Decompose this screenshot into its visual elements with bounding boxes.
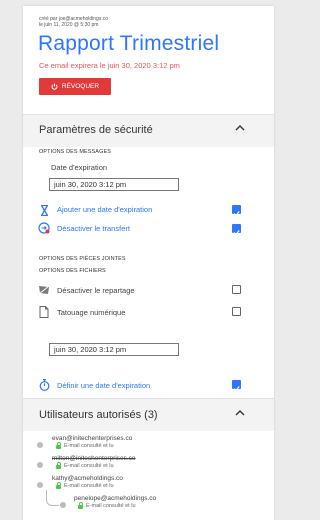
- file-expiration-input[interactable]: juin 30, 2020 3:12 pm: [49, 343, 179, 356]
- lock-icon: [56, 482, 61, 489]
- messages-options-caps: OPTIONS DES MESSAGES: [39, 149, 111, 155]
- chevron-up-icon[interactable]: [235, 124, 245, 135]
- chevron-up-icon[interactable]: [235, 409, 245, 420]
- disable-sharing-checkbox[interactable]: [232, 285, 241, 294]
- user-email: penelope@acmeholdings.co: [74, 495, 157, 502]
- expiration-date-label: Date d'expiration: [51, 163, 108, 172]
- user-status-text: E-mail consulté et lu: [64, 443, 114, 449]
- no-share-icon: [38, 285, 50, 295]
- disable-forward-checkbox[interactable]: [232, 224, 241, 236]
- user-status: E-mail consulté et lu: [56, 482, 114, 489]
- add-expiration-link[interactable]: Ajouter une date d'expiration: [57, 205, 152, 214]
- lock-icon: [56, 462, 61, 469]
- revoke-button[interactable]: RÉVOQUER: [39, 78, 111, 95]
- set-expiration-link[interactable]: Définir une date d'expiration: [57, 381, 150, 390]
- disable-forward-link[interactable]: Désactiver le transfert: [57, 224, 130, 233]
- disable-sharing-label: Désactiver le repartage: [57, 286, 135, 295]
- watermark-document-icon: [39, 306, 49, 318]
- user-email: kathy@acmeholdings.co: [52, 475, 123, 482]
- user-status-text: E-mail consulté et lu: [64, 483, 114, 489]
- expiry-notice: Ce email expirera le juin 30, 2020 3:12 …: [39, 61, 180, 70]
- user-email: milton@initechenterprises.co: [52, 455, 136, 462]
- user-status: E-mail consulté et lu: [56, 462, 114, 469]
- user-avatar: [37, 482, 43, 488]
- files-options-caps: OPTIONS DES FICHIERS: [39, 268, 106, 274]
- security-section-title: Paramètres de sécurité: [39, 124, 153, 136]
- user-avatar: [37, 462, 43, 468]
- lock-icon: [56, 442, 61, 449]
- lock-icon: [78, 502, 83, 509]
- power-icon: [51, 83, 58, 90]
- user-status-text: E-mail consulté et lu: [86, 503, 136, 509]
- expiration-date-input[interactable]: juin 30, 2020 3:12 pm: [49, 178, 179, 191]
- add-expiration-checkbox[interactable]: [232, 205, 241, 217]
- user-email: evan@initechenterprises.co: [52, 435, 133, 442]
- created-on-text: le juin 11, 2020 @ 5:30 pm: [39, 22, 99, 28]
- page-title: Rapport Trimestriel: [38, 32, 220, 55]
- user-status-text: E-mail consulté et lu: [64, 463, 114, 469]
- user-status: E-mail consulté et lu: [56, 442, 114, 449]
- revoke-label: RÉVOQUER: [61, 83, 100, 90]
- users-section-title: Utilisateurs autorisés (3): [39, 409, 158, 421]
- user-status: E-mail consulté et lu: [78, 502, 136, 509]
- nesting-connector: [46, 490, 59, 506]
- set-expiration-checkbox[interactable]: [232, 380, 241, 392]
- watermark-checkbox[interactable]: [232, 307, 241, 316]
- email-security-panel: créé par joe@acmeholdings.co le juin 11,…: [23, 6, 274, 520]
- watermark-label: Tatouage numérique: [57, 308, 126, 317]
- attachments-options-caps: OPTIONS DES PIÈCES JOINTES: [39, 256, 126, 262]
- stopwatch-icon: [39, 379, 50, 391]
- no-forward-icon: [38, 222, 50, 234]
- hourglass-icon: [39, 204, 49, 216]
- user-avatar: [60, 502, 66, 508]
- user-avatar: [37, 442, 43, 448]
